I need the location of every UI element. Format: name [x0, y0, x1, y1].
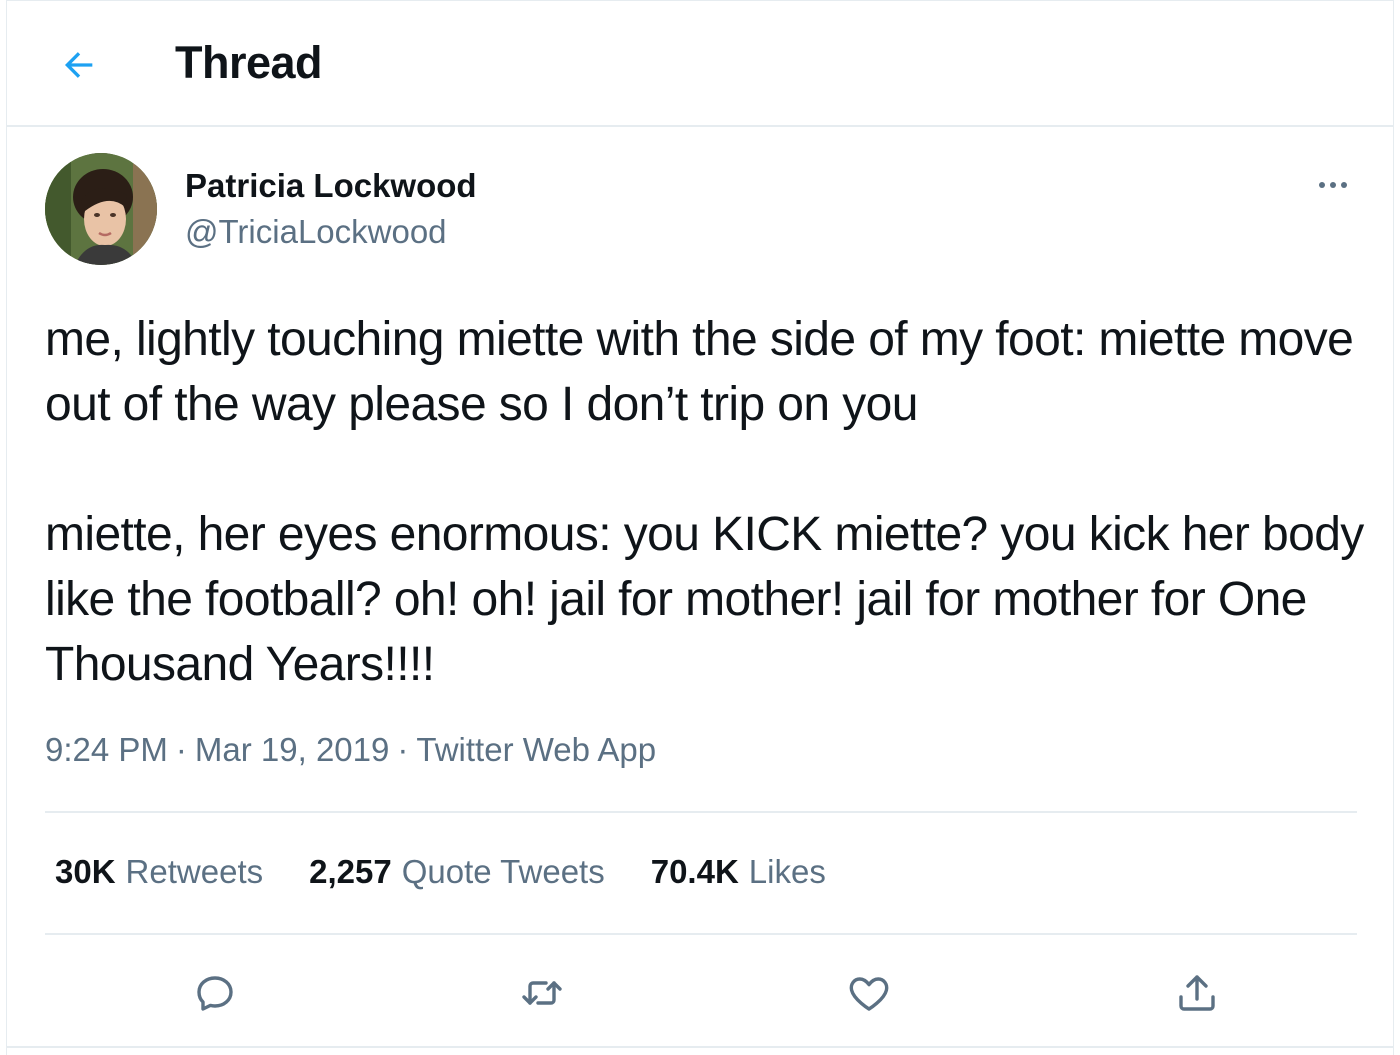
meta-separator: ·	[397, 731, 409, 768]
arrow-left-icon	[65, 52, 93, 78]
retweets-label: Retweets	[125, 853, 264, 890]
avatar[interactable]	[45, 153, 157, 265]
more-dot-icon	[1319, 182, 1325, 188]
quote-tweets-stat[interactable]: 2,257 Quote Tweets	[309, 853, 605, 891]
retweets-count: 30K	[55, 853, 116, 890]
quotes-count: 2,257	[309, 853, 392, 890]
like-icon	[849, 977, 889, 1011]
author-handle[interactable]: @TriciaLockwood	[185, 213, 447, 251]
author-display-name[interactable]: Patricia Lockwood	[185, 167, 477, 205]
tweet-thread-panel: Thread Patricia Lockwood @TriciaLockwood…	[6, 0, 1394, 1055]
more-options-button[interactable]	[1307, 167, 1359, 203]
divider	[45, 811, 1357, 813]
tweet-source[interactable]: Twitter Web App	[416, 731, 656, 768]
likes-label: Likes	[748, 853, 826, 890]
tweet-metadata: 9:24 PM · Mar 19, 2019 · Twitter Web App	[45, 731, 656, 769]
tweet-time[interactable]: 9:24 PM	[45, 731, 168, 768]
divider	[7, 1046, 1393, 1048]
tweet-paragraph: miette, her eyes enormous: you KICK miet…	[45, 508, 1364, 691]
retweets-stat[interactable]: 30K Retweets	[55, 853, 263, 891]
more-dot-icon	[1341, 182, 1347, 188]
retweet-button[interactable]	[510, 961, 574, 1025]
quotes-label: Quote Tweets	[401, 853, 605, 890]
share-button[interactable]	[1165, 961, 1229, 1025]
tweet-text: me, lightly touching miette with the sid…	[45, 307, 1375, 697]
like-button[interactable]	[837, 961, 901, 1025]
tweet-date[interactable]: Mar 19, 2019	[195, 731, 389, 768]
divider	[45, 933, 1357, 935]
tweet-paragraph: me, lightly touching miette with the sid…	[45, 313, 1354, 431]
back-button[interactable]	[55, 41, 103, 89]
tweet-action-bar	[45, 961, 1357, 1025]
meta-separator: ·	[175, 731, 187, 768]
page-title: Thread	[175, 37, 323, 88]
thread-header: Thread	[7, 1, 1393, 127]
reply-button[interactable]	[183, 961, 247, 1025]
reply-icon	[197, 976, 233, 1011]
retweet-icon	[522, 981, 562, 1005]
likes-count: 70.4K	[650, 853, 739, 890]
share-icon	[1179, 975, 1215, 1011]
tweet-stats: 30K Retweets 2,257 Quote Tweets 70.4K Likes	[55, 853, 826, 891]
avatar-portrait-image	[45, 153, 157, 265]
likes-stat[interactable]: 70.4K Likes	[651, 853, 826, 891]
more-dot-icon	[1330, 182, 1336, 188]
